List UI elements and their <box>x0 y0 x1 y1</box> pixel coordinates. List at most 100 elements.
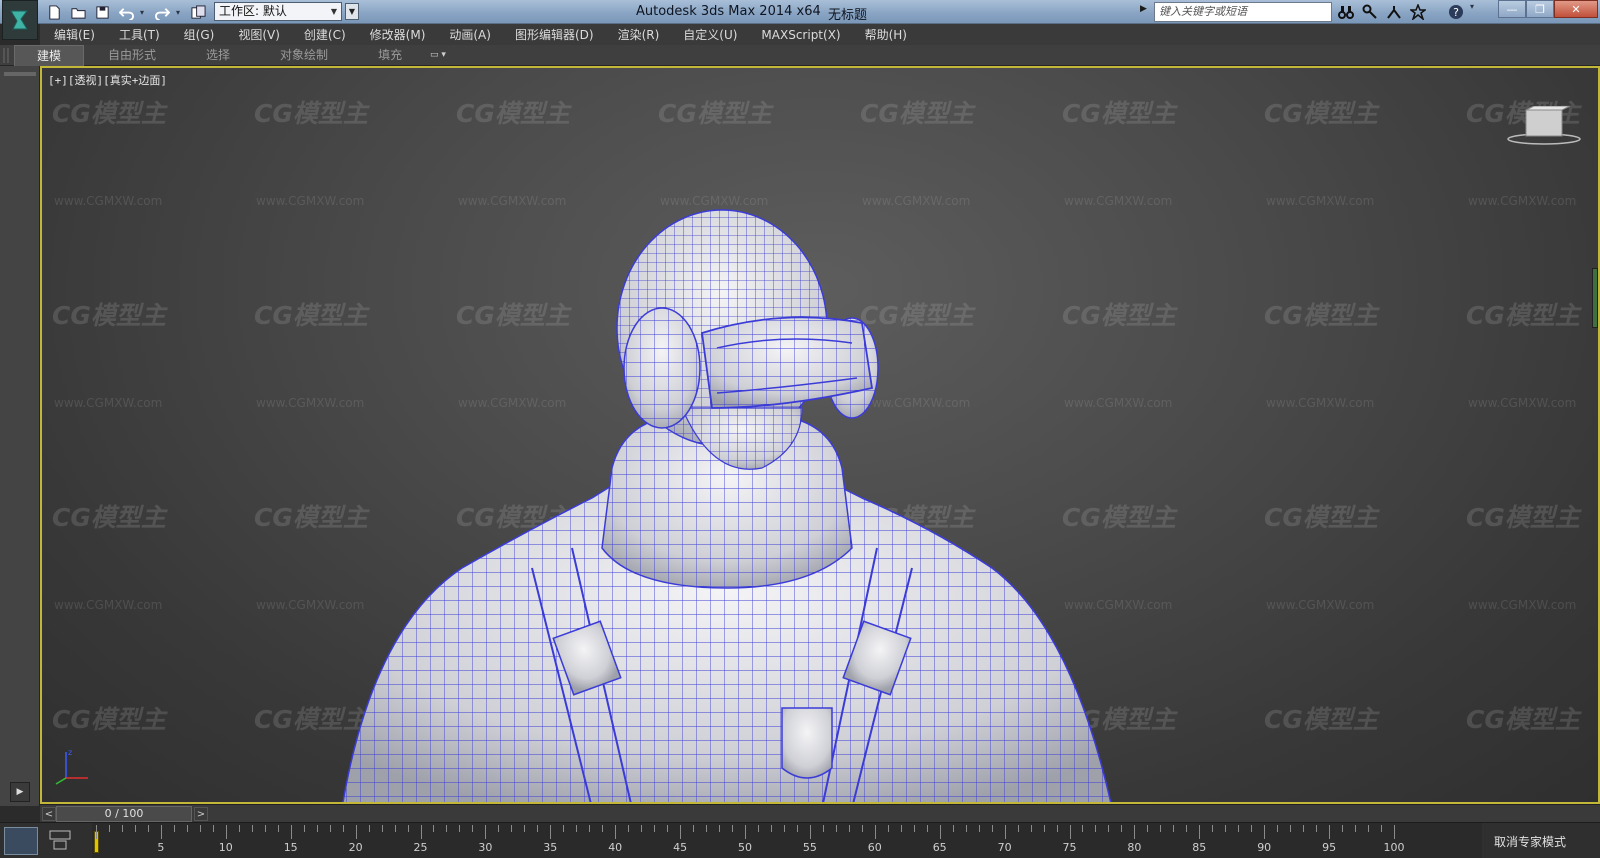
menu-modifiers[interactable]: 修改器(M) <box>358 26 438 43</box>
key-search-icon[interactable] <box>1360 2 1380 21</box>
undo-dropdown-icon[interactable]: ▾ <box>140 8 148 17</box>
menu-animation[interactable]: 动画(A) <box>437 26 503 43</box>
frame-tick <box>719 825 721 832</box>
menu-customize[interactable]: 自定义(U) <box>671 26 749 43</box>
frame-tick <box>861 825 863 832</box>
frame-tick <box>96 825 97 839</box>
key-filters-icon[interactable] <box>48 829 72 851</box>
watermark-logo: CG模型主 <box>52 99 166 128</box>
frame-tick <box>1160 825 1162 832</box>
menu-maxscript[interactable]: MAXScript(X) <box>749 28 852 42</box>
ribbon-grip-handle[interactable] <box>3 48 9 63</box>
undo-icon[interactable] <box>116 3 136 22</box>
viewport-scroll-handle[interactable] <box>1592 268 1598 328</box>
frame-tick-label: 30 <box>478 841 493 854</box>
communication-center-icon[interactable] <box>1384 2 1404 21</box>
watermark-logo: CG模型主 <box>52 705 166 734</box>
save-icon[interactable] <box>92 3 112 22</box>
frame-tick <box>303 825 305 832</box>
menu-group[interactable]: 组(G) <box>172 26 227 43</box>
frame-tick-label: 100 <box>1383 841 1405 854</box>
perspective-viewport[interactable]: CG模型主 CG模型主 CG模型主 CG模型主 CG模型主 CG模型主 CG模型主 CG模型主… <box>40 66 1600 804</box>
menu-create[interactable]: 创建(C) <box>292 26 358 43</box>
close-icon[interactable]: ✕ <box>1554 0 1598 18</box>
frame-tick <box>576 825 578 832</box>
new-file-icon[interactable] <box>44 3 64 22</box>
frame-tick <box>550 825 552 839</box>
character-wireframe-model[interactable] <box>332 208 1122 804</box>
frame-tick-label: 70 <box>997 841 1012 854</box>
maxscript-listener-button[interactable] <box>4 827 38 855</box>
watermark-url: www.CGMXW.com <box>1266 598 1375 612</box>
watermark-logo: CG模型主 <box>1264 503 1378 532</box>
frame-tick <box>900 825 902 832</box>
tab-freeform[interactable]: 自由形式 <box>84 45 182 66</box>
menu-help[interactable]: 帮助(H) <box>853 26 919 43</box>
menu-graph-editors[interactable]: 图形编辑器(D) <box>503 26 606 43</box>
frame-tick <box>160 825 162 839</box>
workspace-dropdown[interactable]: 工作区: 默认 ▼ <box>214 2 342 21</box>
favorites-star-icon[interactable] <box>1408 2 1428 21</box>
time-slider-handle[interactable]: 0 / 100 <box>56 806 192 822</box>
help-icon[interactable]: ? <box>1446 2 1466 21</box>
watermark-url: www.CGMXW.com <box>1064 194 1173 208</box>
frame-tick <box>783 825 785 832</box>
menu-views[interactable]: 视图(V) <box>226 26 292 43</box>
binoculars-icon[interactable] <box>1336 2 1356 21</box>
frame-tick <box>225 825 227 839</box>
tab-modeling[interactable]: 建模 <box>14 45 85 66</box>
menu-rendering[interactable]: 渲染(R) <box>606 26 672 43</box>
frame-tick <box>199 825 201 832</box>
tab-populate[interactable]: 填充 <box>354 45 428 66</box>
watermark-logo: CG模型主 <box>52 301 166 330</box>
menu-tools[interactable]: 工具(T) <box>107 26 172 43</box>
redo-icon[interactable] <box>152 3 172 22</box>
application-menu-button[interactable] <box>2 0 38 40</box>
bottom-bar: 5 10 15 20 25 30 35 40 45 50 55 60 65 70 75 80 85 90 95 100… <box>0 822 1600 858</box>
title-bar: ▾ ▾ 工作区: 默认 ▼ ▼ Autodesk 3ds Max 2014 x6… <box>0 0 1600 40</box>
previous-frame-button[interactable]: < <box>42 807 56 821</box>
track-bar[interactable]: 5 10 15 20 25 30 35 40 45 50 55 60 65 70 75 80 85 90 95 100 <box>92 823 1482 858</box>
open-folder-icon[interactable] <box>68 3 88 22</box>
axis-tripod-icon: z <box>55 748 88 785</box>
frame-tick <box>1056 825 1058 832</box>
maximize-icon[interactable]: ❐ <box>1526 0 1554 18</box>
watermark-logo: CG模型主 <box>658 99 772 128</box>
menu-edit[interactable]: 编辑(E) <box>40 26 107 43</box>
help-dropdown-icon[interactable]: ▾ <box>1470 2 1478 21</box>
ribbon-options-icon[interactable]: ▭ ▾ <box>430 50 452 61</box>
window-controls: — ❐ ✕ <box>1498 0 1598 18</box>
frame-tick <box>524 825 526 832</box>
frame-tick <box>1069 825 1071 839</box>
next-frame-button[interactable]: > <box>194 807 208 821</box>
frame-tick <box>537 825 539 832</box>
viewport-label[interactable]: [+][透视][真实+边面] <box>48 72 167 88</box>
frame-tick <box>874 825 876 839</box>
frame-tick-label: 20 <box>348 841 363 854</box>
watermark-logo: CG模型主 <box>1466 301 1580 330</box>
watermark-url: www.CGMXW.com <box>256 194 365 208</box>
redo-dropdown-icon[interactable]: ▾ <box>176 8 184 17</box>
minimize-icon[interactable]: — <box>1498 0 1526 18</box>
customize-toolbar-icon[interactable]: ▼ <box>345 3 359 20</box>
frame-tick <box>693 825 695 832</box>
watermark-logo: CG模型主 <box>1062 99 1176 128</box>
frame-tick <box>316 825 318 832</box>
viewcube-icon[interactable] <box>1504 106 1584 146</box>
left-toolbar <box>0 66 40 806</box>
cancel-expert-mode-button[interactable]: 取消专家模式 <box>1494 833 1566 850</box>
search-input[interactable]: 键入关键字或短语 <box>1154 2 1332 22</box>
tab-object-paint[interactable]: 对象绘制 <box>256 45 354 66</box>
tab-selection[interactable]: 选择 <box>182 45 256 66</box>
frame-tick <box>251 825 253 832</box>
frame-tick <box>1134 825 1136 839</box>
toolbar-grip[interactable] <box>4 72 36 76</box>
frame-tick <box>732 825 734 832</box>
search-expand-icon[interactable]: ▶ <box>1140 4 1147 14</box>
watermark-logo: CG模型主 <box>1264 705 1378 734</box>
project-folder-icon[interactable] <box>188 3 208 22</box>
frame-tick <box>1030 825 1032 832</box>
frame-tick <box>238 825 240 832</box>
frame-tick <box>1355 825 1357 832</box>
play-expand-icon[interactable]: ▶ <box>10 782 30 802</box>
